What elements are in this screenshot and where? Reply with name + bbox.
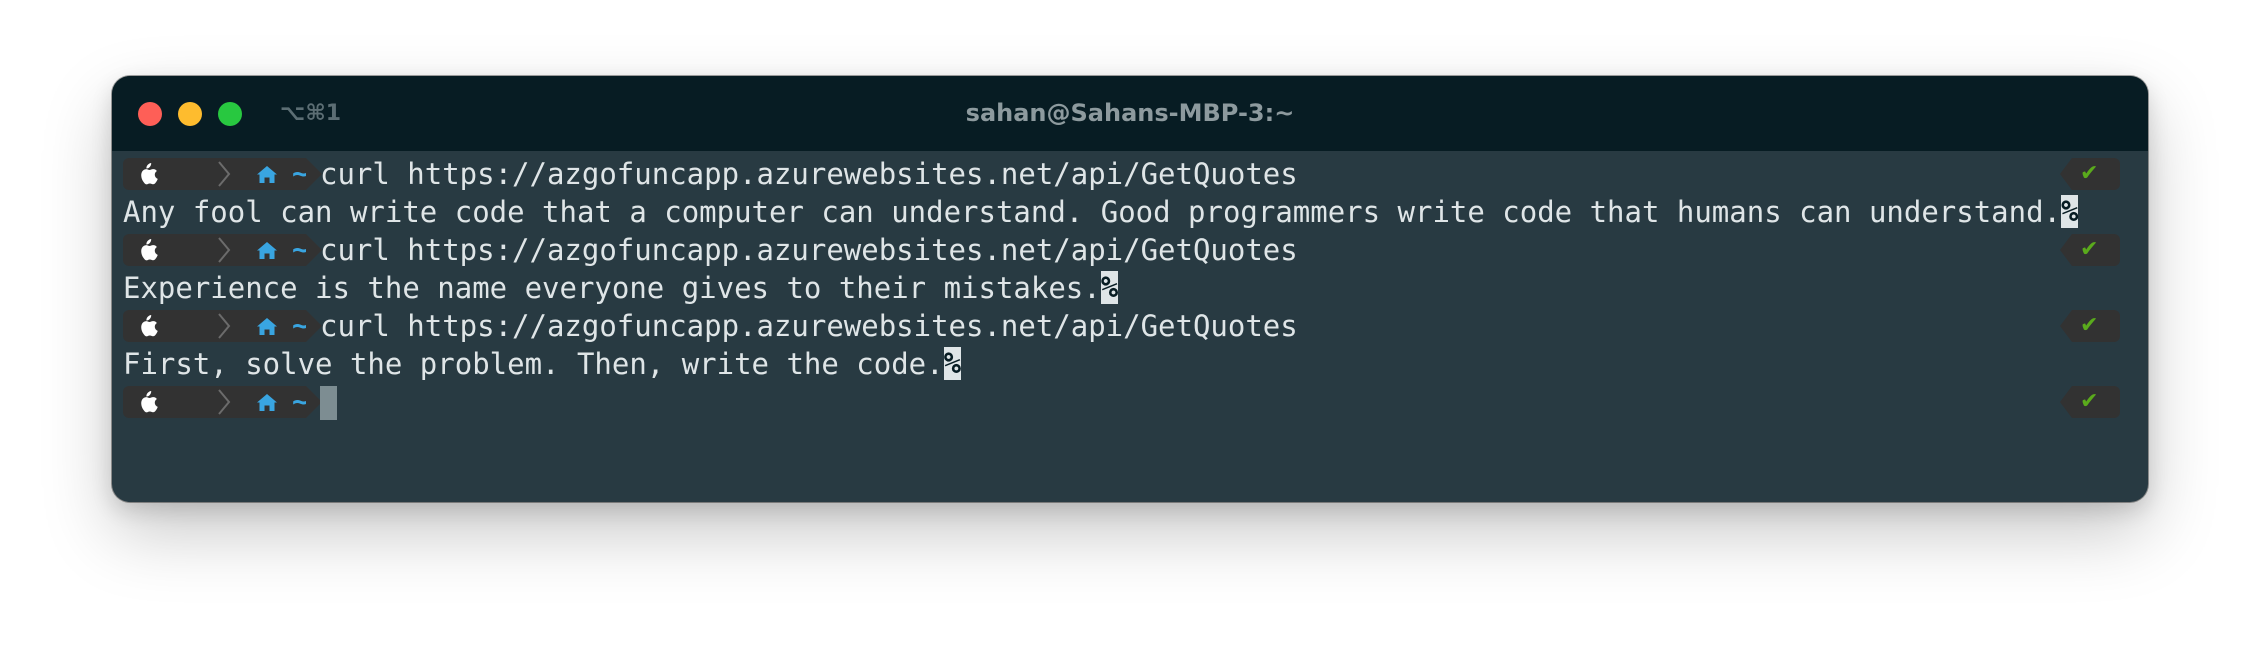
prompt: ~ <box>123 309 322 342</box>
home-icon <box>257 242 277 259</box>
success-check-icon: ✔ <box>2080 313 2099 338</box>
prompt: ~ <box>123 157 322 190</box>
segment-separator-icon <box>218 389 231 415</box>
terminal-content[interactable]: ~ curl https://azgofuncapp.azurewebsites… <box>112 151 2148 421</box>
status-segment: ✔ <box>2060 158 2120 190</box>
no-newline-marker: % <box>943 346 962 380</box>
apple-icon <box>141 239 158 261</box>
prompt-dir-segment: ~ <box>169 157 309 190</box>
command-output: Any fool can write code that a computer … <box>112 193 2148 231</box>
status-segment: ✔ <box>2060 234 2120 266</box>
title-bar[interactable]: ⌥⌘1 sahan@Sahans-MBP-3:~ <box>112 76 2148 151</box>
prompt-os-segment <box>123 386 169 418</box>
command-text: curl https://azgofuncapp.azurewebsites.n… <box>320 309 1298 343</box>
terminal-window[interactable]: ⌥⌘1 sahan@Sahans-MBP-3:~ ~ curl https://… <box>112 76 2148 502</box>
home-icon <box>257 166 277 183</box>
output-text: Any fool can write code that a computer … <box>123 195 2062 229</box>
no-newline-marker: % <box>2061 194 2079 228</box>
prompt-line: ~ curl https://azgofuncapp.azurewebsites… <box>112 231 2148 269</box>
segment-separator-icon <box>218 237 231 263</box>
segment-separator-icon <box>218 161 231 187</box>
command-text: curl https://azgofuncapp.azurewebsites.n… <box>320 157 1298 191</box>
segment-separator-icon <box>218 313 231 339</box>
apple-icon <box>141 315 158 337</box>
command-output: First, solve the problem. Then, write th… <box>112 345 2148 383</box>
status-segment: ✔ <box>2060 310 2120 342</box>
prompt-os-segment <box>123 310 169 342</box>
prompt-os-segment <box>123 158 169 190</box>
success-check-icon: ✔ <box>2080 389 2099 414</box>
current-prompt-line[interactable]: ~ ✔ <box>112 383 2148 421</box>
prompt-line: ~ curl https://azgofuncapp.azurewebsites… <box>112 307 2148 345</box>
home-icon <box>257 394 277 411</box>
prompt: ~ <box>123 233 322 266</box>
output-text: First, solve the problem. Then, write th… <box>123 347 944 381</box>
prompt-dir-segment: ~ <box>169 233 309 266</box>
home-icon <box>257 318 277 335</box>
output-text: Experience is the name everyone gives to… <box>123 271 1101 305</box>
command-output: Experience is the name everyone gives to… <box>112 269 2148 307</box>
success-check-icon: ✔ <box>2080 161 2099 186</box>
no-newline-marker: % <box>1100 270 1119 304</box>
command-text: curl https://azgofuncapp.azurewebsites.n… <box>320 233 1298 267</box>
prompt-os-segment <box>123 234 169 266</box>
text-cursor[interactable] <box>320 386 337 420</box>
status-segment: ✔ <box>2060 386 2120 418</box>
success-check-icon: ✔ <box>2080 237 2099 262</box>
apple-icon <box>141 163 158 185</box>
prompt-dir-segment: ~ <box>169 309 309 342</box>
prompt: ~ <box>123 385 322 418</box>
prompt-line: ~ curl https://azgofuncapp.azurewebsites… <box>112 155 2148 193</box>
window-title: sahan@Sahans-MBP-3:~ <box>965 99 1295 127</box>
apple-icon <box>141 391 158 413</box>
prompt-dir-segment: ~ <box>169 385 309 418</box>
